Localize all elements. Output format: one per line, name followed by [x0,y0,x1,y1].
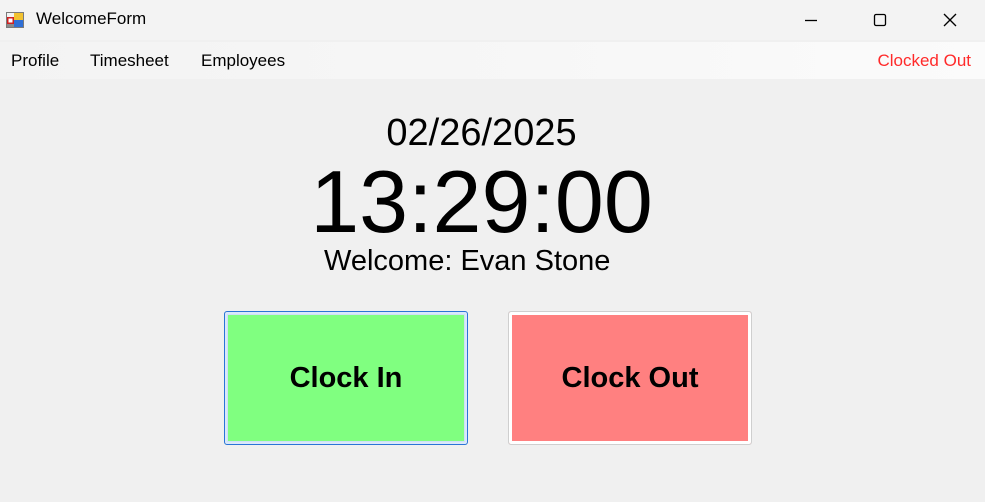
menu-profile[interactable]: Profile [11,51,59,71]
close-icon [943,13,957,27]
current-time: 13:29:00 [310,152,653,251]
clock-in-label: Clock In [289,361,403,394]
title-bar[interactable]: WelcomeForm [0,0,985,40]
window-title: WelcomeForm [36,9,147,28]
minimize-icon [805,19,817,22]
current-date: 02/26/2025 [386,112,577,154]
clock-out-button[interactable]: Clock Out [508,311,752,445]
welcome-prefix: Welcome: [324,245,453,277]
clock-status-label: Clocked Out [877,51,971,70]
menu-employees[interactable]: Employees [201,51,285,71]
maximize-button[interactable] [845,0,915,40]
menu-timesheet[interactable]: Timesheet [90,51,169,71]
menu-bar: Profile Timesheet Employees Clocked Out [0,42,985,79]
clock-in-button[interactable]: Clock In [224,311,468,445]
welcome-form-window: WelcomeForm Profile Timesheet Employees … [0,0,985,502]
welcome-message: Welcome: Evan Stone [324,243,610,279]
app-form-icon [6,12,24,28]
user-name: Evan Stone [460,245,611,277]
minimize-button[interactable] [776,0,846,40]
close-button[interactable] [915,0,985,40]
maximize-icon [873,13,887,27]
clock-out-label: Clock Out [561,361,699,394]
